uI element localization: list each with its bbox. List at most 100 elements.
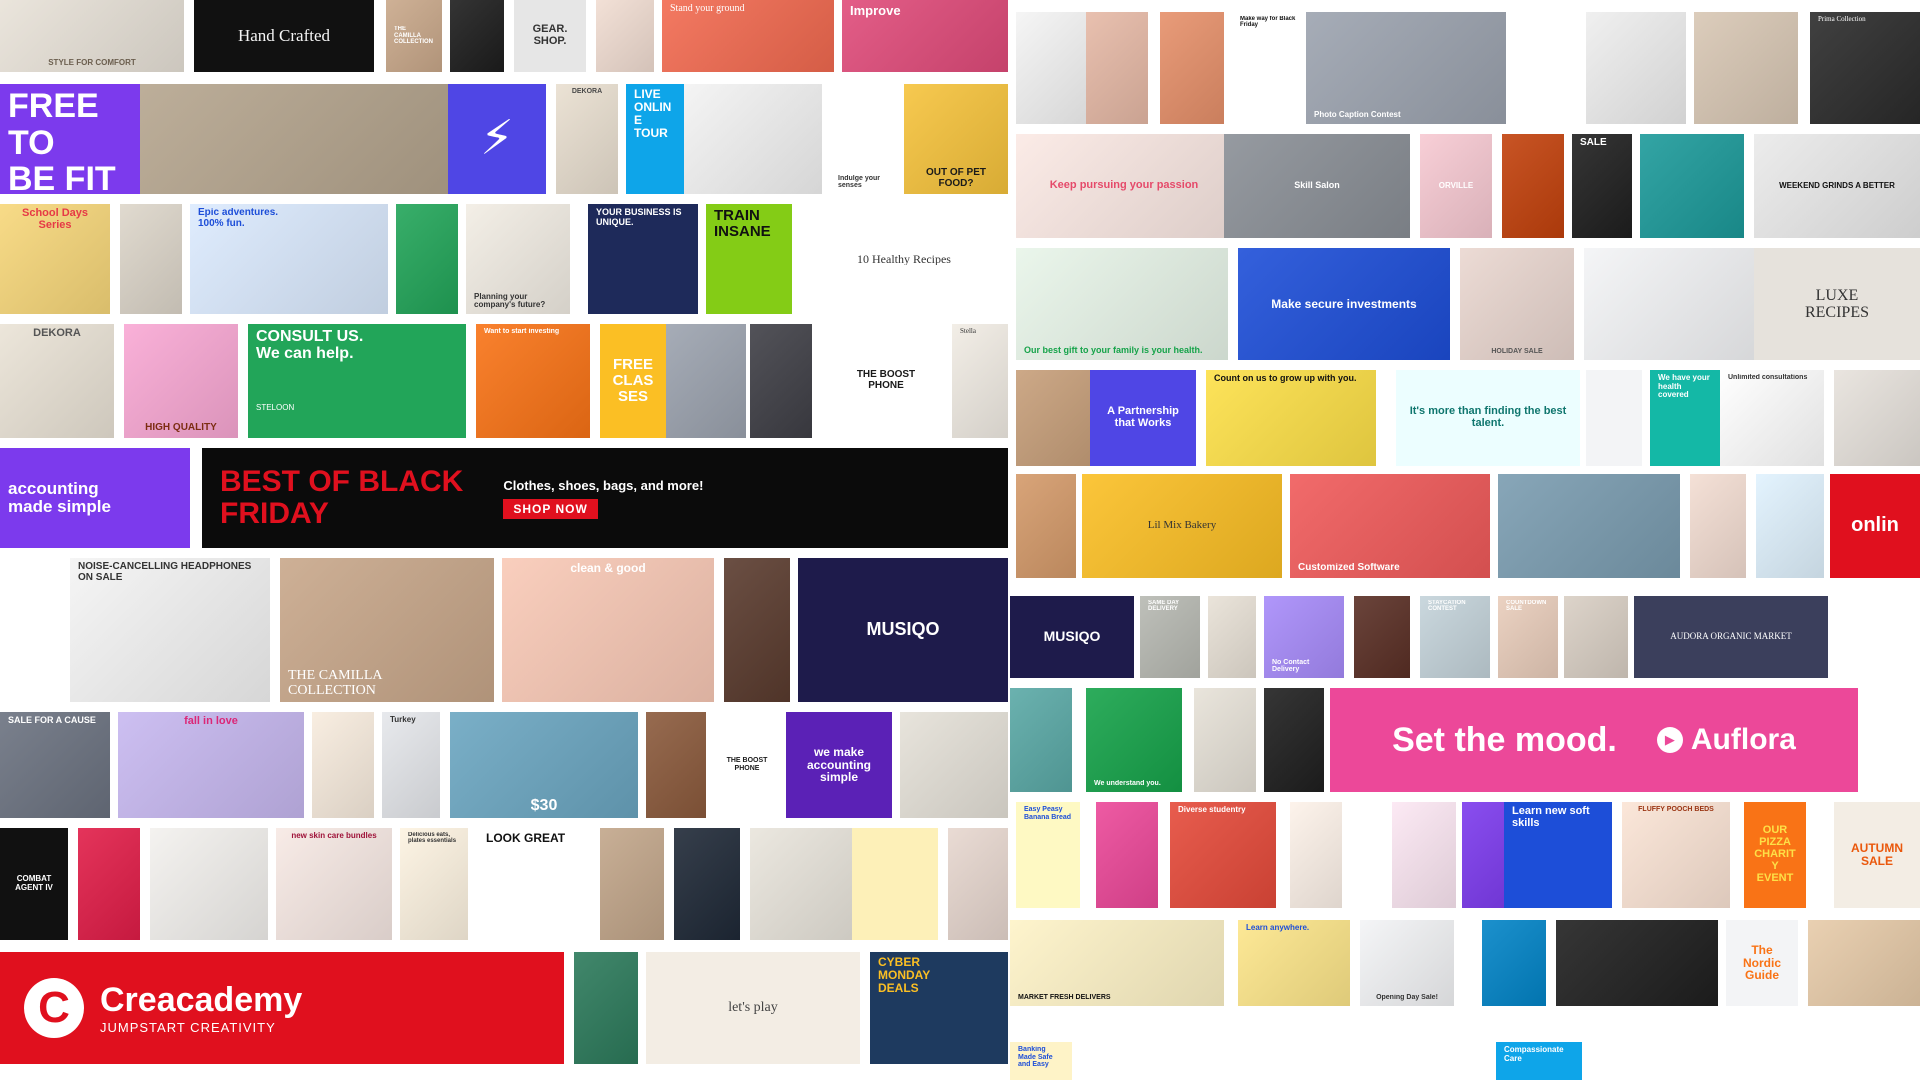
tile-a-partnership-that-works[interactable]: A Partnership that Works — [1090, 370, 1196, 466]
tile-lips-portrait[interactable] — [1086, 12, 1148, 124]
tile-best-of-black-friday[interactable]: BEST OF BLACK FRIDAY Clothes, shoes, bags… — [202, 448, 1008, 548]
tile-noodles[interactable] — [750, 324, 812, 438]
tile-sculpture-gallery[interactable] — [684, 84, 822, 194]
tile-fruit-pattern[interactable] — [852, 828, 938, 940]
tile-chocolate-cake[interactable] — [646, 712, 706, 818]
tile-compassionate-care[interactable]: Compassionate Care — [1496, 1042, 1582, 1080]
tile-dekora-handmade[interactable]: DEKORA — [0, 324, 114, 438]
tile-train-insane[interactable]: TRAIN INSANE — [706, 204, 792, 314]
tile-delicious-eats[interactable]: Delicious eats, plates essentials — [400, 828, 468, 940]
tile-style-for-comfort[interactable]: STYLE FOR COMFORT — [0, 0, 184, 72]
tile-bath-products[interactable] — [1756, 474, 1824, 578]
tile-marble-texture[interactable] — [1586, 12, 1686, 124]
tile-the-boost-phone-small[interactable]: THE BOOST PHONE — [716, 712, 778, 818]
tile-consult-us[interactable]: CONSULT US. We can help. STELOON — [248, 324, 466, 438]
tile-sale-for-a-cause[interactable]: SALE FOR A CAUSE — [0, 712, 110, 818]
tile-high-quality[interactable]: HIGH QUALITY — [124, 324, 238, 438]
tile-our-pizza-charity-event[interactable]: OUR PIZZA CHARITY EVENT — [1744, 802, 1806, 908]
tile-weekend-grinds[interactable]: WEEKEND GRINDS A BETTER — [1754, 134, 1920, 238]
tile-fluffy-pooch-beds[interactable]: FLUFFY POOCH BEDS — [1622, 802, 1730, 908]
tile-opening-day-sale[interactable]: Opening Day Sale! — [1360, 920, 1454, 1006]
tile-beach-teal[interactable] — [1010, 688, 1072, 792]
tile-musiqo-small[interactable]: MUSIQO — [1010, 596, 1134, 678]
tile-athlete-bw[interactable] — [666, 324, 746, 438]
tile-planning-your-future[interactable]: Planning your company's future? — [466, 204, 570, 314]
tile-hair-portrait[interactable] — [600, 828, 664, 940]
tile-luxe-recipes[interactable]: LUXE RECIPES — [1754, 248, 1920, 360]
tile-pizza[interactable] — [312, 712, 374, 818]
tile-dekora-small[interactable]: DEKORA — [556, 84, 618, 194]
tile-delirio-tropical[interactable] — [574, 952, 638, 1064]
tile-orville[interactable]: ORVILLE — [1420, 134, 1492, 238]
tile-cookies[interactable] — [1392, 802, 1456, 908]
tile-clean-and-good[interactable]: clean & good — [502, 558, 714, 702]
tile-woman-portrait-2[interactable] — [1564, 596, 1628, 678]
tile-sale-bw[interactable]: SALE — [1572, 134, 1632, 238]
tile-resort-pool[interactable] — [1640, 134, 1744, 238]
shop-now-button[interactable]: SHOP NOW — [503, 498, 598, 519]
tile-bread-bakery[interactable] — [1016, 474, 1076, 578]
tile-team-meeting[interactable] — [1016, 370, 1096, 466]
tile-easy-peasy-banana-bread[interactable]: Easy Peasy Banana Bread — [1016, 802, 1080, 908]
tile-prima-collection[interactable]: Prima Collection — [1810, 12, 1920, 124]
tile-combat-agent-iv[interactable]: COMBAT AGENT IV — [0, 828, 68, 940]
tile-your-business-is-unique[interactable]: YOUR BUSINESS IS UNIQUE. — [588, 204, 698, 314]
tile-diverse-studentry[interactable]: Diverse studentry — [1170, 802, 1276, 908]
tile-school-days[interactable]: School Days Series — [0, 204, 110, 314]
tile-spice-jar[interactable] — [1016, 12, 1088, 124]
tile-market-fresh-delivers[interactable]: MARKET FRESH DELIVERS — [1010, 920, 1224, 1006]
tile-online[interactable]: onlin — [1830, 474, 1920, 578]
tile-make-secure-investments[interactable]: Make secure investments — [1238, 248, 1450, 360]
tile-contemplative-woman[interactable] — [1194, 688, 1256, 792]
tile-cyber-monday-deals[interactable]: CYBER MONDAY DEALS — [870, 952, 1008, 1064]
tile-countdown-sale[interactable]: COUNTDOWN SALE — [1498, 596, 1558, 678]
tile-beach-aerial[interactable] — [1482, 920, 1546, 1006]
tile-lightning-app[interactable]: ⚡ — [448, 84, 546, 194]
tile-we-understand-you[interactable]: We understand you. — [1086, 688, 1182, 792]
tile-grilled-favorites[interactable] — [1502, 134, 1564, 238]
tile-gear-shop[interactable]: GEAR. SHOP. — [514, 0, 586, 72]
tile-medical-minimal[interactable] — [1586, 370, 1642, 466]
tile-bedroom-interior[interactable] — [1694, 12, 1798, 124]
tile-unlimited-consultations[interactable]: Unlimited consultations — [1720, 370, 1824, 466]
tile-no-contact-delivery[interactable]: No Contact Delivery — [1264, 596, 1344, 678]
tile-accounting-made-simple[interactable]: accounting made simple — [0, 448, 190, 548]
tile-the-camilla-collection[interactable]: THE CAMILLA COLLECTION — [280, 558, 494, 702]
tile-live-online-tour[interactable]: LIVE ONLINE TOUR — [626, 84, 684, 194]
tile-improve[interactable]: Improve — [842, 0, 1008, 72]
tile-set-the-mood-auflora[interactable]: Set the mood. ▶ Auflora — [1330, 688, 1858, 792]
tile-black-friday-small[interactable]: Make way for Black Friday — [1232, 12, 1304, 124]
tile-grilled-meat[interactable] — [1354, 596, 1410, 678]
tile-steak[interactable] — [724, 558, 790, 702]
tile-macarons[interactable] — [1160, 12, 1224, 124]
tile-learn-new-soft-skills[interactable]: Learn new soft skills — [1504, 802, 1612, 908]
tile-food-pastel[interactable] — [1290, 802, 1342, 908]
tile-its-more-than-finding-talent[interactable]: It's more than finding the best talent. — [1396, 370, 1580, 466]
tile-skincare-woman[interactable] — [1690, 474, 1746, 578]
tile-lets-play[interactable]: let's play — [646, 952, 860, 1064]
tile-banking-made-safe-and-easy[interactable]: Banking Made Safe and Easy — [1010, 1042, 1072, 1080]
tile-calendar-grid[interactable] — [1514, 12, 1578, 124]
tile-wizard-game[interactable] — [674, 828, 740, 940]
tile-fashion-green[interactable] — [396, 204, 458, 314]
tile-our-best-gift[interactable]: Our best gift to your family is your hea… — [1016, 248, 1228, 360]
tile-noise-cancelling-headphones[interactable]: NOISE-CANCELLING HEADPHONES ON SALE — [70, 558, 270, 702]
tile-holiday-sale[interactable]: HOLIDAY SALE — [1460, 248, 1574, 360]
tile-cruise-ship[interactable] — [1498, 474, 1680, 578]
tile-gloves-product[interactable] — [1556, 920, 1718, 1006]
tile-woman-portrait[interactable] — [948, 828, 1008, 940]
tile-fall-in-love[interactable]: fall in love — [118, 712, 304, 818]
tile-same-day-delivery[interactable]: SAME DAY DELIVERY — [1140, 596, 1200, 678]
tile-family-portrait[interactable] — [1834, 370, 1920, 466]
tile-epic-adventures[interactable]: Epic adventures. 100% fun. — [190, 204, 388, 314]
tile-skill-salon[interactable]: Skill Salon — [1224, 134, 1410, 238]
tile-hand-crafted[interactable]: Hand Crafted — [194, 0, 374, 72]
tile-we-have-your-health-covered[interactable]: We have your health covered — [1650, 370, 1722, 466]
tile-ceramic-vase[interactable] — [900, 712, 1008, 818]
tile-skincare-bottle[interactable] — [596, 0, 654, 72]
tile-10-healthy-recipes[interactable]: 10 Healthy Recipes — [800, 204, 1008, 314]
tile-new-skin-care-bundles[interactable]: new skin care bundles — [276, 828, 392, 940]
tile-the-boost-phone[interactable]: THE BOOST PHONE — [830, 324, 942, 438]
tile-learn-anywhere[interactable]: Learn anywhere. — [1238, 920, 1350, 1006]
tile-look-great[interactable]: LOOK GREAT — [478, 828, 590, 940]
